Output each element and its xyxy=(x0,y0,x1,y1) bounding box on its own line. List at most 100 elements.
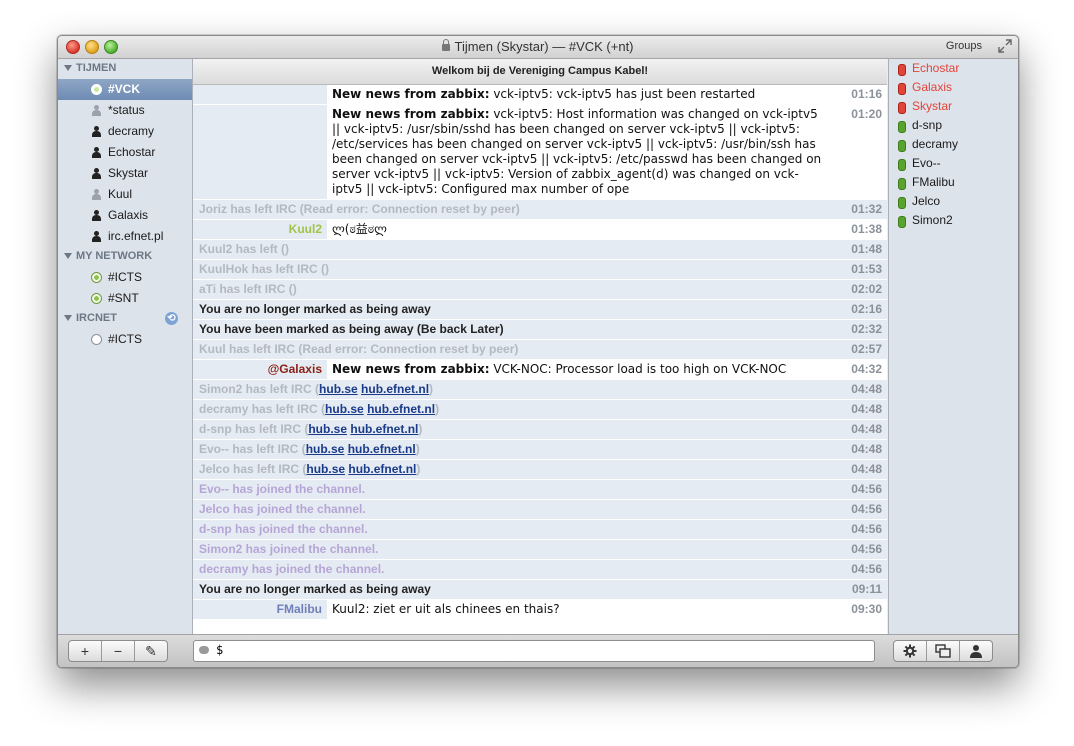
message-row: FMalibu Kuul2: ziet er uit als chinees en… xyxy=(193,600,887,620)
event-row: Evo-- has left IRC (hub.se hub.efnet.nl)… xyxy=(193,440,887,460)
message-nick[interactable]: FMalibu xyxy=(193,600,327,619)
lock-icon xyxy=(442,39,451,51)
window-title: Tijmen (Skystar) — #VCK (+nt) xyxy=(58,39,1018,54)
person-icon xyxy=(91,189,101,200)
message-nick[interactable]: Kuul2 xyxy=(193,220,327,239)
message-row: @Galaxis New news from zabbix: VCK-NOC: P… xyxy=(193,360,887,380)
server-link[interactable]: hub.efnet.nl xyxy=(348,442,416,456)
reconnect-icon[interactable]: ⟲ xyxy=(165,312,178,325)
sidebar-item[interactable]: Skystar xyxy=(58,163,192,184)
member-name: Skystar xyxy=(912,99,953,113)
event-text: You have been marked as being away (Be b… xyxy=(193,320,887,339)
sidebar-item[interactable]: #SNT xyxy=(58,288,192,309)
sidebar-item[interactable]: #ICTS xyxy=(58,329,192,350)
add-button[interactable]: + xyxy=(69,641,102,661)
message-body: New news from zabbix: vck-iptv5: vck-ipt… xyxy=(327,85,887,104)
sidebar-item[interactable]: Kuul xyxy=(58,184,192,205)
server-link[interactable]: hub.se xyxy=(306,442,345,456)
groups-button[interactable]: Groups xyxy=(946,40,982,52)
server-link[interactable]: hub.se xyxy=(319,382,358,396)
server-link[interactable]: hub.efnet.nl xyxy=(361,382,429,396)
event-message: You have been marked as being away (Be b… xyxy=(199,322,504,336)
bottom-bar: + − ✎ xyxy=(58,634,1018,667)
disclosure-triangle-icon[interactable] xyxy=(64,65,72,71)
member-item[interactable]: Simon2 xyxy=(889,211,1018,230)
windows-icon[interactable] xyxy=(927,641,960,661)
sidebar-item-label: #SNT xyxy=(108,291,139,305)
titlebar: Tijmen (Skystar) — #VCK (+nt) Groups xyxy=(58,36,1018,59)
member-item[interactable]: Galaxis xyxy=(889,78,1018,97)
sidebar-item[interactable]: *status xyxy=(58,100,192,121)
message-text: vck-iptv5: vck-iptv5 has just been resta… xyxy=(489,87,756,101)
server-link[interactable]: hub.efnet.nl xyxy=(350,422,418,436)
sidebar-item[interactable]: #VCK xyxy=(58,79,192,100)
message-text: ლ(ಠ益ಠლ xyxy=(332,222,387,236)
timestamp: 09:30 xyxy=(851,602,882,616)
sidebar-item[interactable]: Echostar xyxy=(58,142,192,163)
member-item[interactable]: Jelco xyxy=(889,192,1018,211)
sidebar-group-label: TIJMEN xyxy=(76,62,117,74)
sidebar-item[interactable]: decramy xyxy=(58,121,192,142)
disclosure-triangle-icon[interactable] xyxy=(64,253,72,259)
sidebar-item-label: decramy xyxy=(108,124,155,138)
timestamp: 02:02 xyxy=(851,282,882,296)
event-tail: ) xyxy=(416,462,421,476)
sidebar-item-label: #ICTS xyxy=(108,270,143,284)
event-text: KuulHok has left IRC () xyxy=(193,260,887,279)
message-input-field[interactable] xyxy=(193,640,875,662)
message-nick[interactable]: @Galaxis xyxy=(193,360,327,379)
event-row: Jelco has joined the channel. 04:56 xyxy=(193,500,887,520)
member-name: Evo-- xyxy=(912,156,941,170)
member-item[interactable]: Skystar xyxy=(889,97,1018,116)
sidebar-item[interactable]: Galaxis xyxy=(58,205,192,226)
message-nick[interactable] xyxy=(193,85,327,104)
message-row: New news from zabbix: vck-iptv5: Host in… xyxy=(193,105,887,200)
server-link[interactable]: hub.efnet.nl xyxy=(348,462,416,476)
member-item[interactable]: decramy xyxy=(889,135,1018,154)
edit-button[interactable]: ✎ xyxy=(135,641,167,661)
server-link[interactable]: hub.se xyxy=(306,462,345,476)
message-input[interactable] xyxy=(216,642,856,658)
sidebar-group-header[interactable]: TIJMEN xyxy=(58,59,192,79)
timestamp: 04:56 xyxy=(851,482,882,496)
remove-button[interactable]: − xyxy=(102,641,135,661)
server-link[interactable]: hub.efnet.nl xyxy=(367,402,435,416)
person-icon xyxy=(91,231,101,242)
event-text: Jelco has joined the channel. xyxy=(193,500,887,519)
user-status-icon xyxy=(898,102,906,114)
event-message: d-snp has left IRC ( xyxy=(199,422,309,436)
fullscreen-icon[interactable] xyxy=(998,39,1012,53)
event-text: Joriz has left IRC (Read error: Connecti… xyxy=(193,200,887,219)
timestamp: 01:38 xyxy=(851,222,882,236)
event-text: decramy has joined the channel. xyxy=(193,560,887,579)
event-row: d-snp has left IRC (hub.se hub.efnet.nl)… xyxy=(193,420,887,440)
message-log[interactable]: New news from zabbix: vck-iptv5: vck-ipt… xyxy=(193,85,887,620)
app-window: Tijmen (Skystar) — #VCK (+nt) Groups TIJ… xyxy=(57,35,1019,668)
user-icon[interactable] xyxy=(960,641,992,661)
server-link[interactable]: hub.se xyxy=(325,402,364,416)
sidebar-group-label: IRCNET xyxy=(76,312,117,324)
server-link[interactable]: hub.se xyxy=(308,422,347,436)
member-item[interactable]: Evo-- xyxy=(889,154,1018,173)
gear-icon[interactable] xyxy=(894,641,927,661)
event-text: Simon2 has joined the channel. xyxy=(193,540,887,559)
sidebar-item-label: irc.efnet.pl xyxy=(108,229,164,243)
sidebar-group-header[interactable]: MY NETWORK xyxy=(58,247,192,267)
sidebar-group-header[interactable]: IRCNET ⟲ xyxy=(58,309,192,329)
member-item[interactable]: d-snp xyxy=(889,116,1018,135)
event-row: Simon2 has joined the channel. 04:56 xyxy=(193,540,887,560)
member-item[interactable]: FMalibu xyxy=(889,173,1018,192)
disclosure-triangle-icon[interactable] xyxy=(64,315,72,321)
sidebar-item[interactable]: #ICTS xyxy=(58,267,192,288)
message-nick[interactable] xyxy=(193,105,327,199)
member-item[interactable]: Echostar xyxy=(889,59,1018,78)
timestamp: 04:48 xyxy=(851,382,882,396)
message-text: Kuul2: ziet er uit als chinees en thais? xyxy=(332,602,560,616)
event-text: You are no longer marked as being away xyxy=(193,580,887,599)
member-name: Simon2 xyxy=(912,213,953,227)
timestamp: 02:32 xyxy=(851,322,882,336)
sidebar-item-label: Skystar xyxy=(108,166,149,180)
member-list: Echostar Galaxis Skystar d-snp decramy Evo-- F… xyxy=(888,59,1018,634)
sidebar-item[interactable]: irc.efnet.pl xyxy=(58,226,192,247)
event-message: Joriz has left IRC (Read error: Connecti… xyxy=(199,202,520,216)
